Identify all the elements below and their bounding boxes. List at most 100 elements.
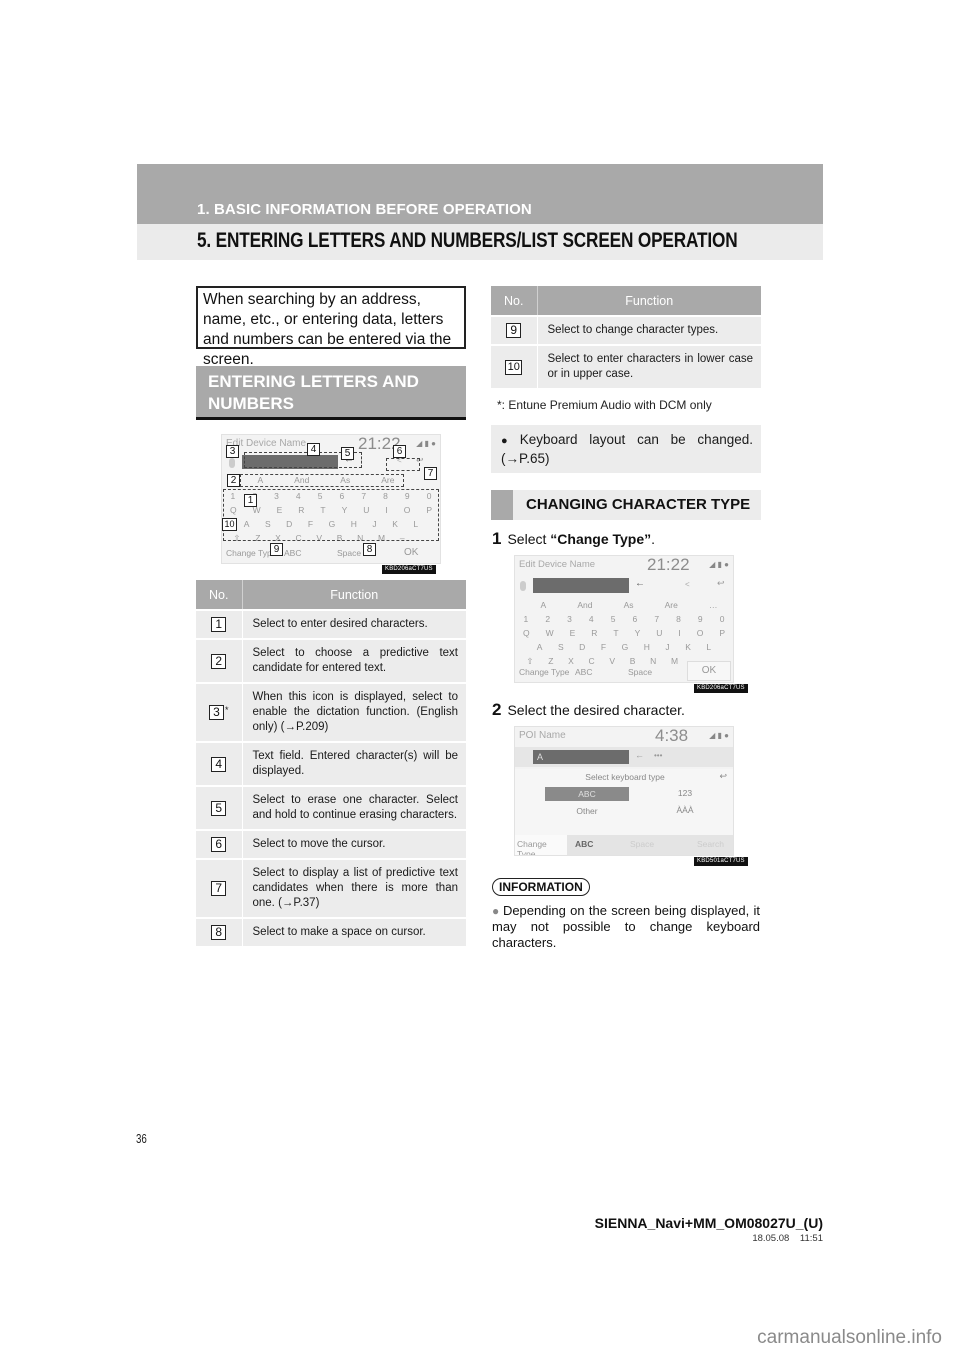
step-number: 1 bbox=[492, 529, 502, 548]
key[interactable]: F bbox=[601, 642, 606, 652]
key[interactable]: 4 bbox=[589, 614, 594, 624]
key[interactable]: 8 bbox=[676, 614, 681, 624]
key[interactable]: I bbox=[678, 628, 680, 638]
image-code: KBD206aCT7US bbox=[694, 684, 748, 693]
backspace-icon[interactable]: ← bbox=[635, 578, 645, 589]
key[interactable]: A bbox=[537, 642, 543, 652]
key[interactable]: R bbox=[591, 628, 597, 638]
key-row: QWERTYUIOP bbox=[515, 628, 733, 638]
table-row: 4 Text field. Entered character(s) will b… bbox=[196, 741, 466, 786]
screen-title: POI Name bbox=[519, 730, 566, 741]
search-button[interactable]: Search bbox=[697, 839, 724, 849]
heading-accent bbox=[491, 490, 513, 520]
number-box: 7 bbox=[211, 881, 227, 896]
option-abc-selected[interactable]: ABC bbox=[545, 787, 629, 801]
option-other[interactable]: Other bbox=[545, 806, 629, 816]
space-button[interactable]: Space bbox=[628, 667, 652, 677]
key[interactable]: 1 bbox=[524, 614, 529, 624]
number-box: 6 bbox=[211, 837, 227, 852]
table-row: 2 Select to choose a predictive text cand… bbox=[196, 638, 466, 683]
backspace-icon[interactable]: ← bbox=[635, 750, 644, 760]
text-field[interactable] bbox=[533, 578, 629, 593]
col-header-function: Function bbox=[242, 580, 466, 610]
key[interactable]: 6 bbox=[633, 614, 638, 624]
number-box: 1 bbox=[211, 617, 227, 632]
function-cell: Select to erase one character. Select an… bbox=[242, 785, 466, 830]
key[interactable]: 7 bbox=[654, 614, 659, 624]
row-number-cell: 9 bbox=[491, 315, 538, 345]
number-box: 8 bbox=[211, 925, 227, 940]
step-text: Select the desired character. bbox=[507, 702, 685, 718]
status-icons: ◢ ▮ ● bbox=[709, 731, 729, 740]
screen-title: Edit Device Name bbox=[519, 559, 596, 570]
callout-4: 4 bbox=[307, 443, 320, 456]
ok-button[interactable]: OK bbox=[404, 547, 418, 558]
ok-button[interactable]: OK bbox=[687, 661, 731, 681]
watermark: carmanualsonline.info bbox=[757, 1327, 942, 1348]
text-field[interactable]: A bbox=[533, 750, 629, 764]
number-box: 5 bbox=[211, 800, 227, 816]
key[interactable]: H bbox=[644, 642, 650, 652]
key[interactable]: O bbox=[697, 628, 704, 638]
note-box: ● Keyboard layout can be changed. (→P.65) bbox=[491, 425, 761, 473]
number-box: 10 bbox=[505, 359, 523, 375]
table-row: 8 Select to make a space on cursor. bbox=[196, 917, 466, 946]
space-button[interactable]: Space bbox=[630, 839, 654, 849]
key[interactable]: D bbox=[579, 642, 585, 652]
change-type-button[interactable]: Change Type bbox=[519, 667, 569, 677]
key[interactable]: W bbox=[546, 628, 554, 638]
key[interactable]: Q bbox=[523, 628, 530, 638]
row-number-cell: 4 bbox=[196, 741, 243, 786]
predictive-candidate[interactable]: As bbox=[624, 600, 634, 610]
key[interactable]: L bbox=[706, 642, 711, 652]
option-accented[interactable]: ÀÀÀ bbox=[655, 805, 715, 815]
number-box: 2 bbox=[211, 653, 227, 669]
key[interactable]: E bbox=[570, 628, 576, 638]
step-1: 1 Select “Change Type”. bbox=[492, 529, 655, 549]
key[interactable]: K bbox=[685, 642, 691, 652]
key[interactable]: T bbox=[613, 628, 618, 638]
number-box: 4 bbox=[211, 756, 227, 772]
key[interactable]: 2 bbox=[545, 614, 550, 624]
key[interactable]: 0 bbox=[720, 614, 725, 624]
callout-region-cursor bbox=[386, 458, 420, 471]
information-text: ● Depending on the screen being displayed… bbox=[492, 903, 760, 951]
key[interactable]: 3 bbox=[567, 614, 572, 624]
space-button[interactable]: Space bbox=[337, 548, 361, 558]
abc-label: ABC bbox=[575, 667, 593, 677]
col-header-function: Function bbox=[537, 286, 761, 316]
step-suffix: . bbox=[651, 531, 656, 547]
key[interactable]: J bbox=[665, 642, 669, 652]
predictive-candidate[interactable]: A bbox=[541, 600, 547, 610]
function-cell: Select to enter characters in lower case… bbox=[537, 344, 761, 388]
change-type-button[interactable]: Change Type bbox=[226, 548, 276, 558]
change-type-button[interactable]: Change Type bbox=[515, 835, 567, 855]
predictive-candidate[interactable]: Are bbox=[665, 600, 678, 610]
option-123[interactable]: 123 bbox=[655, 788, 715, 798]
return-icon[interactable]: ↩ bbox=[719, 771, 727, 782]
note-text: Keyboard layout can be changed. (→P.65) bbox=[501, 432, 753, 466]
key[interactable]: 9 bbox=[698, 614, 703, 624]
bullet-icon: ● bbox=[501, 435, 516, 447]
abc-label: ABC bbox=[284, 548, 302, 558]
return-icon[interactable]: ↩ bbox=[717, 578, 725, 589]
screen-edit-device: Edit Device Name 21:22 ◢ ▮ ● ← < ↩ A And… bbox=[514, 555, 734, 683]
screen-bottom-bar: Change Type ABC Space Search bbox=[515, 835, 733, 855]
callout-region-predictive bbox=[240, 474, 404, 487]
more-icon[interactable]: ••• bbox=[654, 751, 662, 760]
row-number-cell: 1 bbox=[196, 609, 243, 639]
key[interactable]: 5 bbox=[611, 614, 616, 624]
cursor-left-icon[interactable]: < bbox=[685, 580, 690, 589]
key[interactable]: S bbox=[558, 642, 564, 652]
function-table-left: No. Function 1 Select to enter desired ch… bbox=[196, 580, 466, 946]
function-table-right: No. Function 9 Select to change character… bbox=[491, 286, 761, 388]
key[interactable]: P bbox=[719, 628, 725, 638]
more-candidates-button[interactable]: … bbox=[709, 600, 718, 610]
key[interactable]: U bbox=[656, 628, 662, 638]
row-number-cell: 6 bbox=[196, 829, 243, 859]
key[interactable]: G bbox=[622, 642, 629, 652]
predictive-candidate[interactable]: And bbox=[577, 600, 592, 610]
section-heading-text: ENTERING LETTERS AND NUMBERS bbox=[208, 372, 419, 413]
key[interactable]: Y bbox=[635, 628, 641, 638]
section-heading-entering: ENTERING LETTERS AND NUMBERS bbox=[196, 366, 466, 420]
